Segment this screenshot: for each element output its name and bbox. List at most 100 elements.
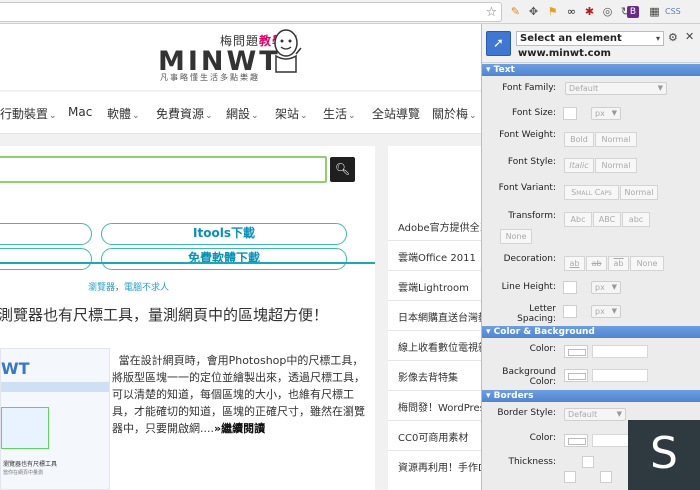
read-more-link[interactable]: »繼續閱讀	[214, 422, 265, 435]
thickness-right-input[interactable]	[600, 471, 612, 483]
underline-button[interactable]: ab	[564, 256, 585, 271]
pill-button[interactable]	[0, 223, 92, 245]
font-style-label: Font Style:	[507, 157, 556, 167]
transform-none-button[interactable]: None	[500, 229, 532, 244]
free-software-button[interactable]: 免費軟體下載	[101, 248, 347, 270]
letter-spacing-unit-select[interactable]: px ▼	[591, 305, 621, 318]
sidebar-link[interactable]: 資源再利用！手作D	[398, 459, 481, 474]
bold-b-icon[interactable]: B	[627, 6, 639, 18]
sidebar-link[interactable]: Adobe官方提供全系	[398, 219, 481, 234]
decoration-none-button[interactable]: None	[630, 256, 664, 271]
section-text[interactable]: ▾ Text	[482, 64, 700, 76]
transform-label: Transform:	[508, 211, 556, 221]
chevron-down-icon: ▼	[611, 283, 617, 291]
flag-icon[interactable]: ⚑	[545, 4, 560, 19]
line-height-unit-select[interactable]: px ▼	[591, 281, 621, 294]
pill-button[interactable]	[0, 248, 92, 270]
sidebar-link[interactable]: 梅問發！WordPress	[398, 399, 481, 414]
chevron-down-icon: ▼	[611, 307, 617, 315]
nav-item[interactable]: 關於梅⌄	[432, 105, 477, 122]
element-picker-button[interactable]: ➚	[486, 31, 511, 56]
thumb-subtext: 當你在網頁中量測	[3, 470, 44, 476]
section-borders[interactable]: ▾ Borders	[482, 390, 700, 402]
normal-style-button[interactable]: Normal	[595, 158, 637, 173]
chevron-down-icon: ⌄	[251, 111, 259, 121]
panel-header: ➚ Select an element ▾ www.minwt.com ⚙ ✕	[482, 24, 700, 63]
search-input[interactable]	[0, 156, 327, 183]
lowercase-button[interactable]: abc	[622, 212, 650, 227]
glasses-icon[interactable]: ∞	[564, 4, 579, 19]
normal-variant-button[interactable]: Normal	[620, 185, 658, 200]
font-size-input[interactable]	[563, 107, 577, 120]
nav-item[interactable]: 軟體⌄	[107, 105, 140, 122]
site-header: 梅問題教學網 MINWT 凡事略懂生活多點樂趣	[0, 24, 481, 90]
capitalize-button[interactable]: Abc	[564, 212, 592, 227]
grid-icon[interactable]: ▦	[647, 4, 662, 19]
nav-item[interactable]: 免費資源⌄	[156, 105, 213, 122]
nav-item[interactable]: Mac	[68, 105, 92, 119]
mascot-icon	[274, 29, 302, 73]
italic-button[interactable]: Italic	[564, 158, 594, 173]
thickness-left-input[interactable]	[564, 471, 576, 483]
sidebar-divider	[388, 390, 481, 391]
sidebar-divider	[388, 420, 481, 421]
sidebar-divider	[388, 360, 481, 361]
thickness-top-input[interactable]	[582, 456, 594, 468]
gear-icon[interactable]: ⚙	[668, 31, 678, 44]
section-color-background[interactable]: ▾ Color & Background	[482, 326, 700, 338]
font-variant-label: Font Variant:	[498, 183, 556, 193]
sidebar-divider	[388, 240, 481, 241]
sidebar-link[interactable]: CC0可商用素材	[398, 429, 468, 444]
color-input[interactable]	[592, 345, 648, 358]
move-icon[interactable]: ✥	[526, 4, 541, 19]
chevron-down-icon: ⌄	[300, 111, 308, 121]
chevron-down-icon: ⌄	[469, 111, 477, 121]
background-color-input[interactable]	[592, 369, 648, 382]
border-style-label: Border Style:	[497, 408, 556, 418]
spider-icon[interactable]: ✱	[582, 4, 597, 19]
category-link[interactable]: 瀏覽器	[88, 283, 115, 293]
line-height-input[interactable]	[563, 281, 577, 294]
chevron-down-icon: ⌄	[205, 111, 213, 121]
border-style-select[interactable]: Default ▼	[564, 408, 626, 421]
extension-pen-icon[interactable]: ✎	[508, 4, 523, 19]
letter-spacing-input[interactable]	[563, 305, 577, 318]
background-color-label: Background Color:	[502, 367, 556, 387]
address-bar[interactable]	[0, 2, 502, 22]
strikethrough-button[interactable]: ab	[586, 256, 607, 271]
category-link[interactable]: 電腦不求人	[124, 283, 169, 293]
sidebar-link[interactable]: 雲端Office 2011	[398, 249, 476, 264]
element-select[interactable]: Select an element ▾	[516, 31, 664, 46]
border-color-swatch[interactable]	[564, 434, 588, 447]
nav-item[interactable]: 網設⌄	[226, 105, 259, 122]
css-icon[interactable]: CSS	[665, 4, 681, 19]
sidebar-link[interactable]: 影像去背特集	[398, 369, 458, 384]
nav-item[interactable]: 行動裝置⌄	[0, 105, 57, 122]
post-title[interactable]: 測覽器也有尺標工具，量測網頁中的區塊超方便！	[0, 304, 328, 325]
nav-item[interactable]: 生活⌄	[323, 105, 356, 122]
font-size-unit-select[interactable]: px ▼	[591, 107, 621, 120]
overline-button[interactable]: ab	[608, 256, 629, 271]
browser-toolbar: ☆ ✎ ✥ ⚑ ∞ ✱ ◎ ↻ B ▦ CSS	[0, 0, 700, 24]
background-color-swatch[interactable]	[564, 369, 588, 382]
post-thumbnail[interactable]: WT 瀏覽器也有尺標工具 當你在網頁中量測	[0, 348, 110, 490]
color-label: Color:	[529, 344, 556, 354]
star-icon[interactable]: ☆	[484, 5, 499, 20]
uppercase-button[interactable]: ABC	[593, 212, 621, 227]
bold-button[interactable]: Bold	[564, 132, 594, 147]
nav-item[interactable]: 架站⌄	[275, 105, 308, 122]
font-family-select[interactable]: Default ▼	[565, 82, 667, 95]
thumb-logo: WT	[1, 359, 30, 378]
small-caps-button[interactable]: Small Caps	[564, 185, 619, 200]
sidebar-link[interactable]: 線上收看數位電視新	[398, 339, 481, 354]
sidebar-link[interactable]: 雲端Lightroom	[398, 279, 469, 294]
normal-weight-button[interactable]: Normal	[595, 132, 637, 147]
color-swatch[interactable]	[564, 345, 588, 358]
sidebar-link[interactable]: 日本網購直送台灣教	[398, 309, 481, 324]
search-button[interactable]: 🔍︎	[330, 157, 355, 182]
itools-download-button[interactable]: Itools下載	[101, 223, 347, 245]
nav-item[interactable]: 全站導覽	[372, 105, 420, 122]
camera-icon[interactable]: ◎	[600, 4, 615, 19]
search-icon: 🔍︎	[334, 162, 351, 176]
close-icon[interactable]: ✕	[685, 30, 694, 43]
